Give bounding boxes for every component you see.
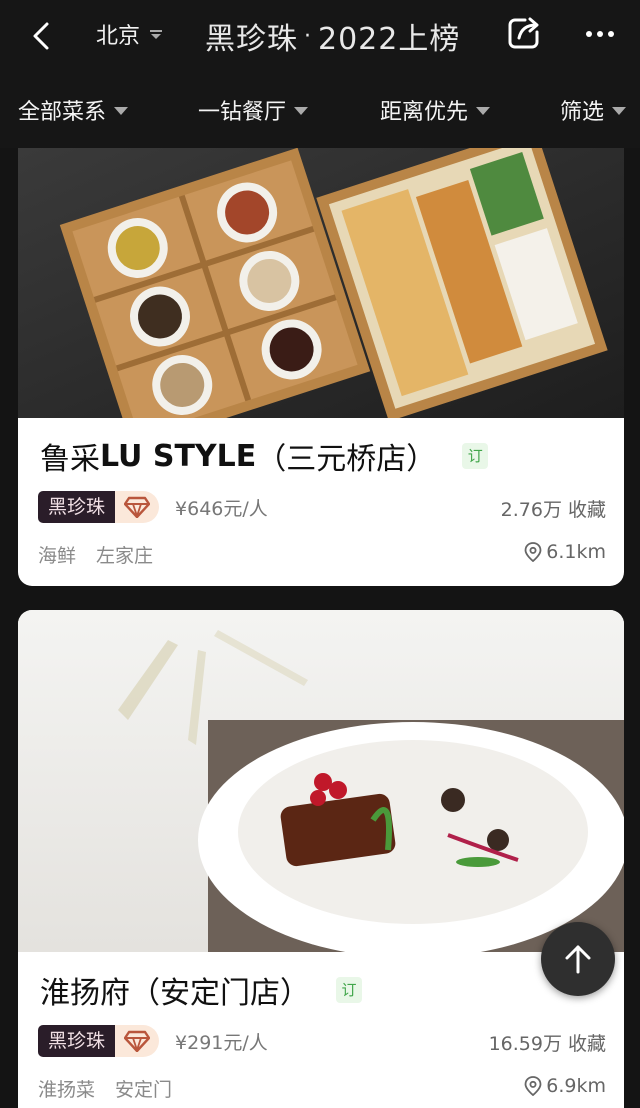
more-button[interactable] bbox=[580, 14, 620, 54]
collect-count: 2.76万 收藏 bbox=[500, 499, 606, 521]
caret-down-icon bbox=[150, 30, 163, 39]
collect-count: 16.59万 收藏 bbox=[488, 1033, 606, 1055]
brand-year: 2022上榜 bbox=[318, 22, 461, 57]
filter-sort[interactable]: 距离优先 bbox=[380, 94, 491, 126]
name-en: LU STYLE bbox=[100, 438, 257, 474]
filter-label: 全部菜系 bbox=[18, 100, 107, 125]
restaurant-photo bbox=[18, 610, 624, 952]
rating-row: 黑珍珠 ¥291元/人 bbox=[38, 1025, 268, 1057]
city-label: 北京 bbox=[96, 24, 141, 49]
diamond-icon bbox=[124, 496, 151, 518]
caret-down-icon bbox=[114, 107, 129, 115]
filter-label: 距离优先 bbox=[380, 100, 469, 125]
book-badge: 订 bbox=[336, 977, 362, 1003]
distance: 6.1km bbox=[524, 541, 606, 563]
black-pearl-badge: 黑珍珠 bbox=[38, 1025, 116, 1057]
name-branch: （安定门店） bbox=[130, 976, 310, 1011]
price-per-person: ¥646元/人 bbox=[175, 497, 268, 520]
brand-dot: · bbox=[304, 23, 312, 49]
distance-value: 6.1km bbox=[546, 541, 606, 563]
restaurant-photo bbox=[18, 148, 624, 418]
diamond-icon bbox=[124, 1030, 151, 1052]
arrow-up-icon bbox=[565, 945, 591, 974]
caret-down-icon bbox=[476, 107, 491, 115]
rating-row: 黑珍珠 ¥646元/人 bbox=[38, 491, 268, 523]
tag-list: 海鲜 左家庄 bbox=[38, 541, 153, 568]
share-icon bbox=[508, 17, 539, 49]
name-branch: （三元桥店） bbox=[256, 442, 437, 477]
black-pearl-badge: 黑珍珠 bbox=[38, 491, 116, 523]
diamond-badge bbox=[115, 491, 160, 523]
brand-name: 黑珍珠 bbox=[205, 22, 298, 57]
name-zh: 鲁采 bbox=[40, 442, 100, 477]
caret-down-icon bbox=[294, 107, 309, 115]
restaurant-name[interactable]: 淮扬府 （安定门店） 订 bbox=[40, 968, 362, 1012]
filter-label: 筛选 bbox=[560, 100, 605, 125]
share-button[interactable] bbox=[505, 14, 543, 52]
name-zh: 淮扬府 bbox=[40, 976, 130, 1011]
tag-area: 左家庄 bbox=[96, 545, 154, 567]
filter-cuisine[interactable]: 全部菜系 bbox=[18, 94, 129, 126]
distance-value: 6.9km bbox=[546, 1075, 606, 1097]
price-per-person: ¥291元/人 bbox=[175, 1031, 268, 1054]
location-pin-icon bbox=[524, 1076, 542, 1096]
city-selector[interactable]: 北京 bbox=[96, 18, 164, 50]
back-button[interactable] bbox=[22, 16, 62, 56]
more-icon bbox=[586, 31, 614, 37]
location-pin-icon bbox=[524, 542, 542, 562]
restaurant-name[interactable]: 鲁采 LU STYLE （三元桥店） 订 bbox=[40, 434, 489, 478]
book-badge: 订 bbox=[462, 443, 489, 469]
diamond-badge bbox=[115, 1025, 160, 1057]
caret-down-icon bbox=[612, 107, 627, 115]
restaurant-card[interactable]: 鲁采 LU STYLE （三元桥店） 订 黑珍珠 ¥646元/人 2.76万 收藏 … bbox=[18, 148, 624, 586]
tag-list: 淮扬菜 安定门 bbox=[38, 1075, 172, 1102]
filter-diamond[interactable]: 一钻餐厅 bbox=[198, 94, 309, 126]
filter-more[interactable]: 筛选 bbox=[560, 94, 627, 126]
filter-bar: 全部菜系 一钻餐厅 距离优先 筛选 bbox=[0, 70, 640, 148]
top-bar: 北京 黑珍珠 · 2022上榜 bbox=[0, 0, 640, 70]
back-to-top-button[interactable] bbox=[541, 922, 615, 996]
filter-label: 一钻餐厅 bbox=[198, 100, 287, 125]
tag-area: 安定门 bbox=[115, 1079, 173, 1101]
chevron-left-icon bbox=[33, 22, 49, 50]
tag-cuisine: 淮扬菜 bbox=[38, 1079, 96, 1101]
page-title: 黑珍珠 · 2022上榜 bbox=[205, 14, 460, 58]
restaurant-card[interactable]: 淮扬府 （安定门店） 订 黑珍珠 ¥291元/人 16.59万 收藏 淮扬菜 安定… bbox=[18, 610, 624, 1108]
tag-cuisine: 海鲜 bbox=[38, 545, 77, 567]
distance: 6.9km bbox=[524, 1075, 606, 1097]
